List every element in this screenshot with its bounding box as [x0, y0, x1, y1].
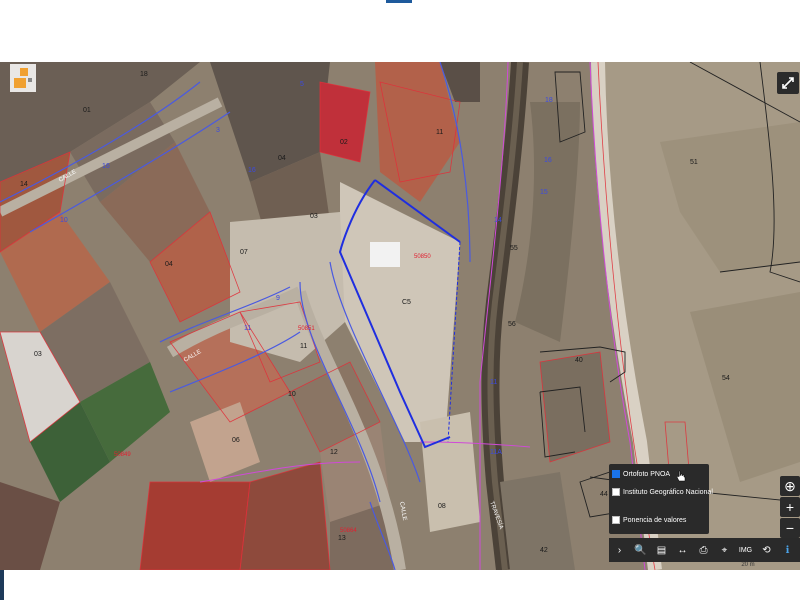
svg-text:55: 55 — [510, 245, 518, 252]
svg-text:14: 14 — [494, 217, 502, 224]
top-bar — [0, 0, 800, 62]
info-button[interactable]: ℹ — [777, 538, 798, 562]
search-icon: 🔍 — [634, 544, 647, 556]
layer-checkbox-ortofoto[interactable] — [612, 470, 620, 478]
svg-text:3: 3 — [216, 127, 220, 134]
measure-button[interactable]: ↔ — [672, 538, 693, 562]
minus-icon: − — [785, 520, 795, 536]
svg-text:16: 16 — [544, 157, 552, 164]
layer-row-ponencia[interactable]: Ponencia de valores — [612, 516, 686, 524]
svg-text:16: 16 — [248, 167, 256, 174]
search-button[interactable]: 🔍 — [630, 538, 651, 562]
svg-text:12: 12 — [330, 449, 338, 456]
svg-text:04: 04 — [165, 261, 173, 268]
svg-text:9: 9 — [276, 295, 280, 302]
print-icon: ⎙ — [699, 544, 708, 556]
expand-icon — [782, 77, 794, 89]
svg-text:50864: 50864 — [340, 528, 357, 534]
share-button[interactable]: ⟲ — [756, 538, 777, 562]
svg-text:15: 15 — [540, 189, 548, 196]
svg-text:16: 16 — [102, 163, 110, 170]
svg-text:40: 40 — [575, 357, 583, 364]
svg-text:13: 13 — [338, 535, 346, 542]
locate-icon: ⊕ — [784, 477, 796, 494]
layers-panel: Ortofoto PNOA Instituto Geográfico Nacio… — [609, 464, 713, 534]
zoom-out-button[interactable]: − — [780, 518, 800, 538]
layer-row-ign[interactable]: Instituto Geográfico Nacional — [612, 488, 713, 496]
svg-text:50851: 50851 — [298, 326, 315, 332]
plus-icon: + — [785, 499, 795, 515]
app-logo — [10, 64, 36, 92]
svg-text:18: 18 — [140, 71, 148, 78]
svg-text:06: 06 — [232, 437, 240, 444]
svg-text:51: 51 — [690, 159, 698, 166]
svg-text:14: 14 — [20, 181, 28, 188]
map-toolbar: › 🔍 ▤ ↔ ⎙ ⌖ IMG ⟲ ℹ — [609, 538, 800, 562]
svg-text:11: 11 — [244, 325, 251, 332]
collapse-arrow-icon: › — [617, 544, 622, 556]
svg-text:11: 11 — [436, 129, 443, 136]
svg-text:10: 10 — [288, 391, 296, 398]
top-accent — [386, 0, 412, 3]
layer-row-ortofoto[interactable]: Ortofoto PNOA — [612, 470, 670, 478]
zoom-in-button[interactable]: + — [780, 497, 800, 517]
bottom-strip — [0, 570, 800, 600]
svg-text:11: 11 — [300, 343, 307, 350]
svg-text:01: 01 — [83, 107, 91, 114]
svg-text:54: 54 — [722, 375, 730, 382]
svg-text:18: 18 — [545, 97, 553, 104]
svg-text:56: 56 — [508, 321, 516, 328]
layer-label-ortofoto: Ortofoto PNOA — [623, 470, 671, 478]
layers-icon: ▤ — [656, 544, 667, 556]
hand-cursor-icon — [676, 470, 686, 482]
share-icon: ⟲ — [762, 544, 771, 556]
layer-checkbox-ponencia[interactable] — [612, 516, 620, 524]
print-button[interactable]: ⎙ — [693, 538, 714, 562]
scale-bar: 20 m — [741, 562, 755, 568]
svg-text:11A: 11A — [490, 449, 502, 456]
layer-label-ponencia: Ponencia de valores — [623, 516, 687, 524]
svg-text:03: 03 — [310, 213, 318, 220]
svg-text:44: 44 — [600, 491, 608, 498]
svg-text:07: 07 — [240, 249, 248, 256]
svg-text:04: 04 — [278, 155, 286, 162]
svg-text:C5: C5 — [402, 299, 411, 306]
location-pin-button[interactable]: ⌖ — [714, 538, 735, 562]
layer-label-ign: Instituto Geográfico Nacional — [623, 488, 713, 496]
svg-text:5: 5 — [300, 81, 304, 88]
bottom-edge — [0, 570, 4, 600]
locate-button[interactable]: ⊕ — [780, 476, 800, 496]
measure-icon: ↔ — [677, 544, 688, 556]
location-pin-icon: ⌖ — [721, 544, 728, 556]
img-icon: IMG — [738, 546, 753, 554]
svg-text:50850: 50850 — [414, 254, 431, 260]
img-button[interactable]: IMG — [735, 538, 756, 562]
map-viewer[interactable]: 18 01 14 02 04 03 11 07 04 51 55 56 11 1… — [0, 62, 800, 570]
svg-text:42: 42 — [540, 547, 548, 554]
svg-text:11: 11 — [490, 379, 497, 386]
svg-text:50849: 50849 — [114, 452, 131, 458]
svg-text:02: 02 — [340, 139, 348, 146]
info-icon: ℹ — [785, 544, 790, 556]
svg-text:03: 03 — [34, 351, 42, 358]
layer-checkbox-ign[interactable] — [612, 488, 620, 496]
fullscreen-button[interactable] — [777, 72, 799, 94]
layers-button[interactable]: ▤ — [651, 538, 672, 562]
svg-text:08: 08 — [438, 503, 446, 510]
collapse-toolbar-button[interactable]: › — [609, 538, 630, 562]
svg-text:10: 10 — [60, 217, 68, 224]
